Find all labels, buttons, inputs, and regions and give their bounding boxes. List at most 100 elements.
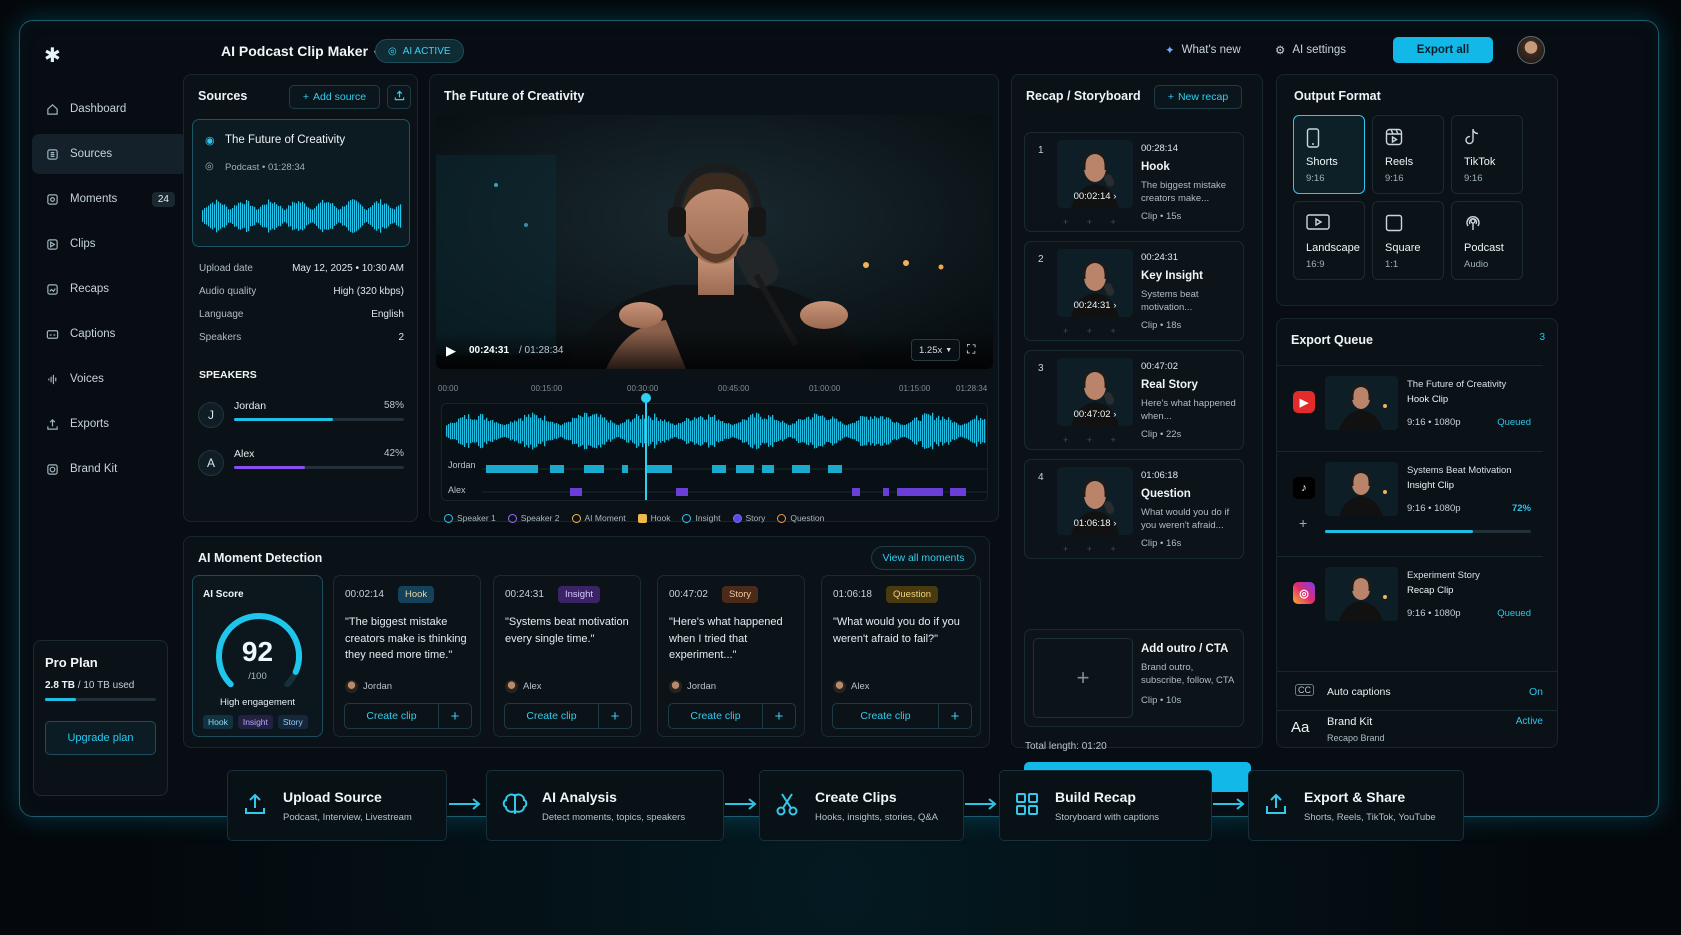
sidebar-item-dashboard[interactable]: Dashboard <box>32 89 187 129</box>
moment-card[interactable]: 00:24:31 Insight "Systems beat motivatio… <box>493 575 641 737</box>
speaker-segment-jordan[interactable] <box>828 465 842 473</box>
speaker-segment-alex[interactable] <box>676 488 688 496</box>
queue-item[interactable]: ◎ Experiment Story Recap Clip 9:16 • 1080p Q… <box>1277 556 1543 639</box>
source-card[interactable]: ◉ The Future of Creativity ◎ Podcast • 0… <box>192 119 410 247</box>
add-moment-button[interactable]: + <box>599 704 631 728</box>
avatar[interactable] <box>1517 36 1545 64</box>
speaker-segment-jordan[interactable] <box>622 465 628 473</box>
upload-button[interactable] <box>387 85 411 109</box>
speaker-segment-alex[interactable] <box>570 488 582 496</box>
waveform-bar <box>248 200 250 232</box>
storyboard-thumbnail[interactable]: 01:06:18 › <box>1057 467 1133 535</box>
add-outro-card[interactable]: + Add outro / CTA Brand outro, subscribe… <box>1024 629 1244 727</box>
sidebar-item-clips[interactable]: Clips <box>32 224 187 264</box>
waveform-bar <box>322 199 324 233</box>
brand-kit-row[interactable]: Aa Brand Kit Recapo Brand Active <box>1277 716 1557 748</box>
speaker-segment-jordan[interactable] <box>486 465 538 473</box>
waveform-bar <box>628 419 630 443</box>
sidebar-item-voices[interactable]: Voices <box>32 359 187 399</box>
create-clip-button[interactable]: Create clip <box>669 704 763 728</box>
moment-card[interactable]: 00:47:02 Story "Here's what happened whe… <box>657 575 805 737</box>
storyboard-item[interactable]: 3 00:47:02 › + + + 00:47:02 Real Story Here's… <box>1024 350 1244 450</box>
format-option-square[interactable]: Square 1:1 <box>1372 201 1444 280</box>
speaker-segment-alex[interactable] <box>852 488 860 496</box>
speaker-segment-jordan[interactable] <box>712 465 726 473</box>
speaker-segment-jordan[interactable] <box>584 465 604 473</box>
format-option-landscape[interactable]: Landscape 16:9 <box>1293 201 1365 280</box>
format-option-reels[interactable]: Reels 9:16 <box>1372 115 1444 194</box>
storyboard-item[interactable]: 4 01:06:18 › + + + 01:06:18 Question What wou… <box>1024 459 1244 559</box>
add-source-button[interactable]: + Add source <box>289 85 380 109</box>
waveform-bar <box>952 422 954 440</box>
waveform-bar <box>378 203 380 229</box>
drag-handle-icon[interactable]: + + + <box>1063 217 1124 227</box>
create-clip-button[interactable]: Create clip <box>345 704 439 728</box>
play-icon[interactable]: ▶ <box>446 343 456 359</box>
sidebar-item-brand-kit[interactable]: Brand Kit <box>32 449 187 489</box>
speaker-segment-alex[interactable] <box>950 488 966 496</box>
flow-step-sub: Storyboard with captions <box>1055 812 1160 823</box>
speaker-segment-jordan[interactable] <box>550 465 564 473</box>
waveform-bar <box>706 419 708 443</box>
speaker-segment-jordan[interactable] <box>646 465 672 473</box>
speaker-segment-jordan[interactable] <box>792 465 810 473</box>
whats-new-link[interactable]: ✦ What's new <box>1165 43 1241 57</box>
waveform-bar <box>556 422 558 440</box>
speaker-segment-alex[interactable] <box>897 488 943 496</box>
app-logo-icon[interactable]: ✱ <box>44 43 61 68</box>
fullscreen-icon[interactable]: ⛶ <box>967 342 975 357</box>
thumbnail-time: 01:06:18 <box>1073 518 1111 529</box>
add-moment-button[interactable]: + <box>763 704 795 728</box>
format-option-podcast[interactable]: Podcast Audio <box>1451 201 1523 280</box>
add-outro-placeholder[interactable]: + <box>1033 638 1133 718</box>
create-clip-button[interactable]: Create clip <box>505 704 599 728</box>
waveform-bar <box>918 420 920 442</box>
add-moment-button[interactable]: + <box>439 704 471 728</box>
waveform-bar <box>900 424 902 438</box>
add-icon[interactable]: + <box>1299 515 1307 531</box>
timeline-waveform[interactable]: Jordan Alex <box>441 393 988 501</box>
playhead-knob[interactable] <box>641 393 651 403</box>
playhead[interactable] <box>645 396 647 500</box>
queue-item[interactable]: ▶ The Future of Creativity Hook Clip 9:16 •… <box>1277 365 1543 448</box>
project-selector[interactable]: AI Podcast Clip Maker ▼ <box>221 43 381 59</box>
storyboard-thumbnail[interactable]: 00:02:14 › <box>1057 140 1133 208</box>
sidebar-item-captions[interactable]: Captions <box>32 314 187 354</box>
moment-card[interactable]: 01:06:18 Question "What would you do if … <box>821 575 981 737</box>
sidebar-item-recaps[interactable]: Recaps <box>32 269 187 309</box>
storyboard-thumbnail[interactable]: 00:47:02 › <box>1057 358 1133 426</box>
sidebar-item-moments[interactable]: Moments 24 <box>32 179 187 219</box>
moment-card[interactable]: 00:02:14 Hook "The biggest mistake creat… <box>333 575 481 737</box>
video-player[interactable]: ▶ 00:24:31 / 01:28:34 1.25x ▼ ⛶ <box>436 115 993 369</box>
waveform-bar <box>908 423 910 439</box>
ai-settings-link[interactable]: ⚙ AI settings <box>1275 43 1346 57</box>
speaker-segment-jordan[interactable] <box>736 465 754 473</box>
export-all-button[interactable]: Export all <box>1393 37 1493 63</box>
drag-handle-icon[interactable]: + + + <box>1063 435 1124 445</box>
waveform-bar <box>266 204 268 228</box>
drag-handle-icon[interactable]: + + + <box>1063 544 1124 554</box>
auto-captions-row[interactable]: CC Auto captions On <box>1277 671 1557 711</box>
speaker-row[interactable]: J Jordan 58% <box>198 400 404 436</box>
sidebar-item-sources[interactable]: Sources <box>32 134 187 174</box>
format-option-tiktok[interactable]: TikTok 9:16 <box>1451 115 1523 194</box>
upgrade-plan-button[interactable]: Upgrade plan <box>45 721 156 755</box>
view-all-moments-button[interactable]: View all moments <box>871 546 976 570</box>
waveform-bar <box>502 424 504 438</box>
drag-handle-icon[interactable]: + + + <box>1063 326 1124 336</box>
speed-selector[interactable]: 1.25x ▼ <box>911 339 961 361</box>
format-option-shorts[interactable]: Shorts 9:16 <box>1293 115 1365 194</box>
queue-item[interactable]: ♪ Systems Beat Motivation Insight Clip 9:16… <box>1277 451 1543 551</box>
speaker-segment-alex[interactable] <box>883 488 889 496</box>
create-clip-button[interactable]: Create clip <box>833 704 939 728</box>
speaker-segment-jordan[interactable] <box>762 465 774 473</box>
add-moment-button[interactable]: + <box>939 704 971 728</box>
waveform-bar <box>884 419 886 443</box>
new-recap-button[interactable]: + New recap <box>1154 85 1242 109</box>
storyboard-item[interactable]: 1 00:02:14 › + + + 00:28:14 Hook The biggest … <box>1024 132 1244 232</box>
waveform-bar <box>888 417 890 445</box>
speaker-row[interactable]: A Alex 42% <box>198 448 404 484</box>
storyboard-item[interactable]: 2 00:24:31 › + + + 00:24:31 Key Insight Syste… <box>1024 241 1244 341</box>
storyboard-thumbnail[interactable]: 00:24:31 › <box>1057 249 1133 317</box>
sidebar-item-exports[interactable]: Exports <box>32 404 187 444</box>
